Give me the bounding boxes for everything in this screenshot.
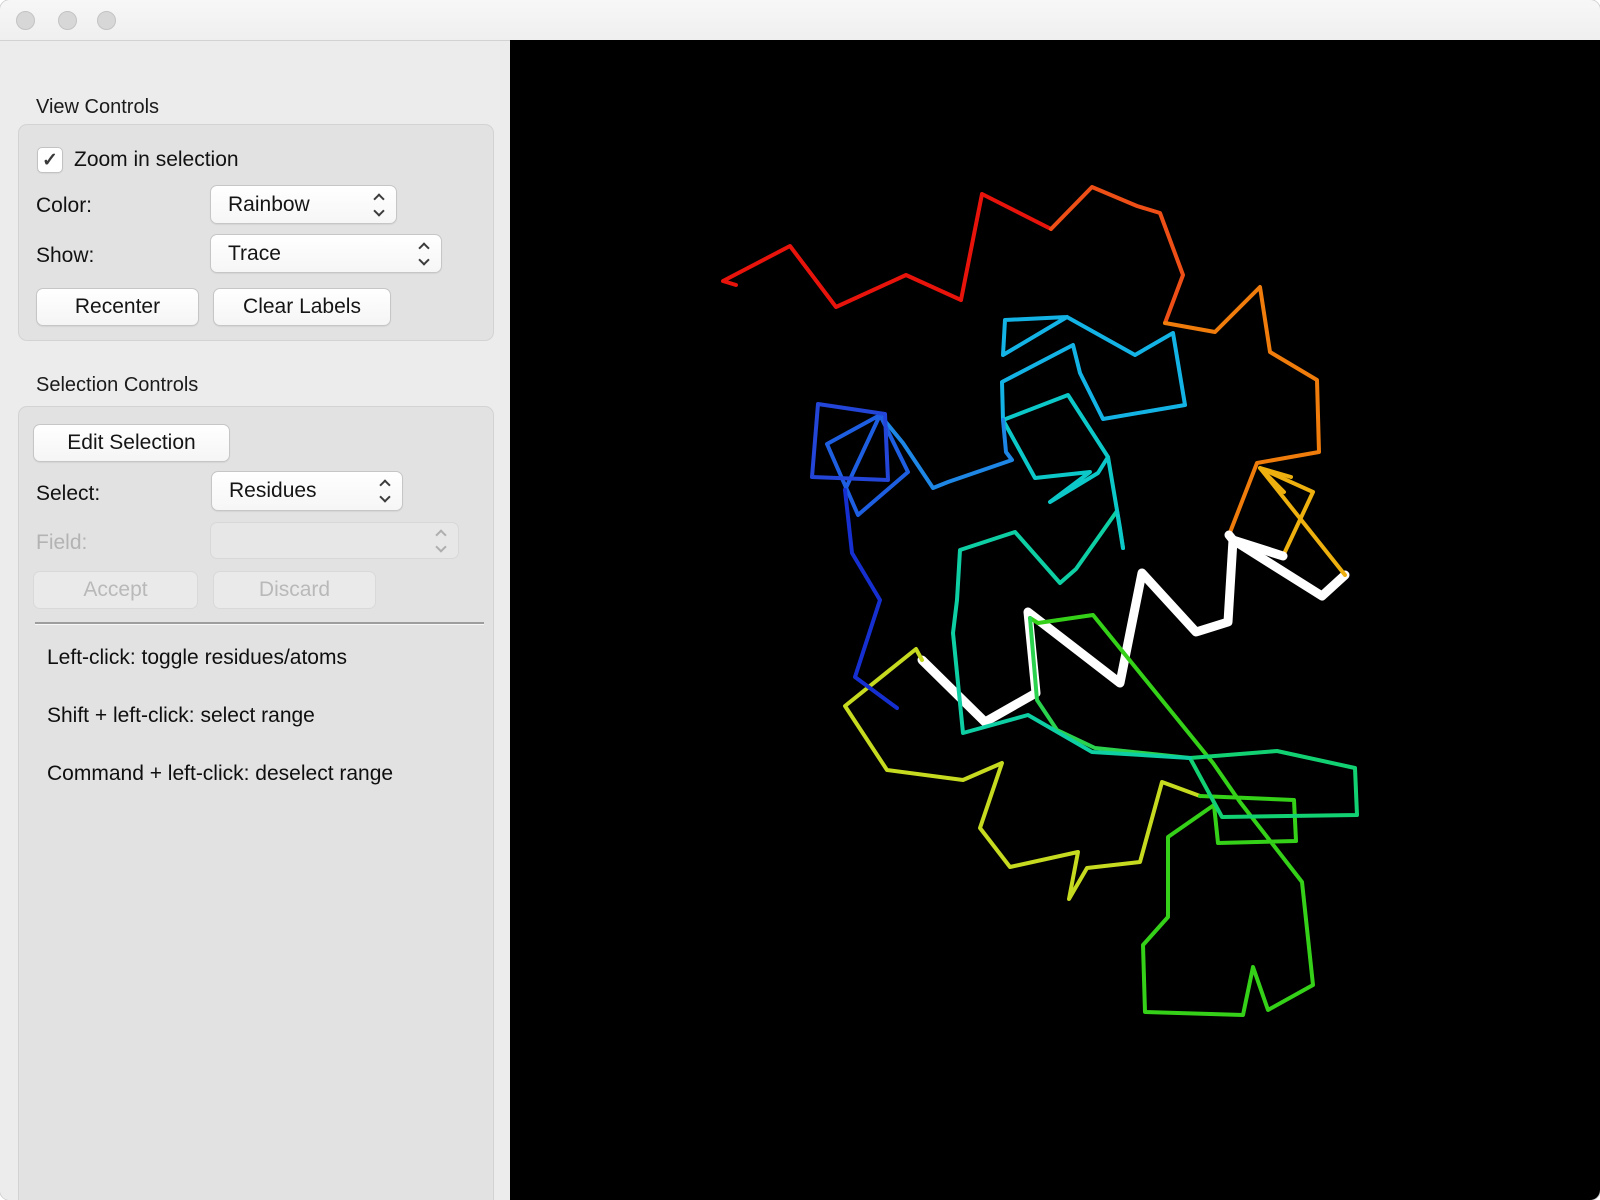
minimize-button[interactable]: [58, 11, 77, 30]
zoom-window-button[interactable]: [97, 11, 116, 30]
trace-stroke: [1258, 466, 1347, 577]
view-controls-title: View Controls: [36, 96, 160, 118]
checkmark-icon: ✓: [42, 149, 58, 171]
show-select-value: Trace: [228, 241, 281, 265]
color-select-value: Rainbow: [228, 192, 310, 216]
chevron-up-icon: [373, 192, 385, 205]
trace-stroke: [1000, 315, 1187, 422]
help-line-shift-click: Shift + left-click: select range: [47, 704, 315, 727]
molecule-viewport[interactable]: [510, 40, 1600, 1200]
show-select[interactable]: Trace: [210, 234, 442, 273]
help-line-left-click: Left-click: toggle residues/atoms: [47, 646, 347, 669]
select-mode-select[interactable]: Residues: [211, 471, 403, 511]
chevron-down-icon: [379, 491, 391, 503]
chevron-down-icon: [373, 204, 385, 217]
stepper: [373, 192, 385, 217]
field-label: Field:: [36, 531, 88, 554]
close-button[interactable]: [16, 11, 35, 30]
titlebar: [0, 0, 1600, 41]
stepper: [435, 528, 447, 553]
recenter-button[interactable]: Recenter: [36, 288, 199, 326]
chevron-up-icon: [418, 241, 430, 254]
divider: [35, 622, 484, 625]
trace-stroke: [721, 192, 1053, 309]
chevron-up-icon: [379, 479, 391, 491]
selection-controls-title: Selection Controls: [36, 374, 199, 396]
zoom-in-selection-label: Zoom in selection: [74, 148, 239, 171]
accept-button: Accept: [33, 571, 198, 609]
trace-stroke: [843, 488, 899, 710]
molecule-canvas: [721, 185, 1359, 1017]
trace-stroke: [1188, 749, 1359, 819]
stepper: [418, 241, 430, 266]
help-line-command-click: Command + left-click: deselect range: [47, 762, 394, 785]
color-select[interactable]: Rainbow: [210, 185, 397, 224]
field-select: [210, 522, 459, 559]
chevron-up-icon: [435, 528, 447, 541]
stepper: [379, 479, 391, 503]
select-label: Select:: [36, 482, 101, 505]
sidebar: View Controls ✓ Zoom in selection Color:…: [0, 41, 510, 1200]
zoom-in-selection-checkbox[interactable]: ✓: [37, 147, 63, 173]
color-label: Color:: [36, 194, 93, 217]
chevron-down-icon: [418, 253, 430, 266]
selected-trace-stroke: [917, 535, 1288, 727]
select-mode-value: Residues: [229, 479, 317, 502]
trace-stroke: [1163, 285, 1321, 537]
trace-stroke: [843, 647, 1202, 901]
discard-button: Discard: [213, 571, 376, 609]
chevron-down-icon: [435, 540, 447, 553]
show-label: Show:: [36, 244, 95, 267]
trace-stroke: [825, 413, 910, 517]
clear-labels-button[interactable]: Clear Labels: [213, 288, 391, 326]
trace-stroke: [1049, 185, 1185, 325]
edit-selection-button[interactable]: Edit Selection: [33, 424, 230, 462]
app-window: View Controls ✓ Zoom in selection Color:…: [0, 0, 1600, 1200]
